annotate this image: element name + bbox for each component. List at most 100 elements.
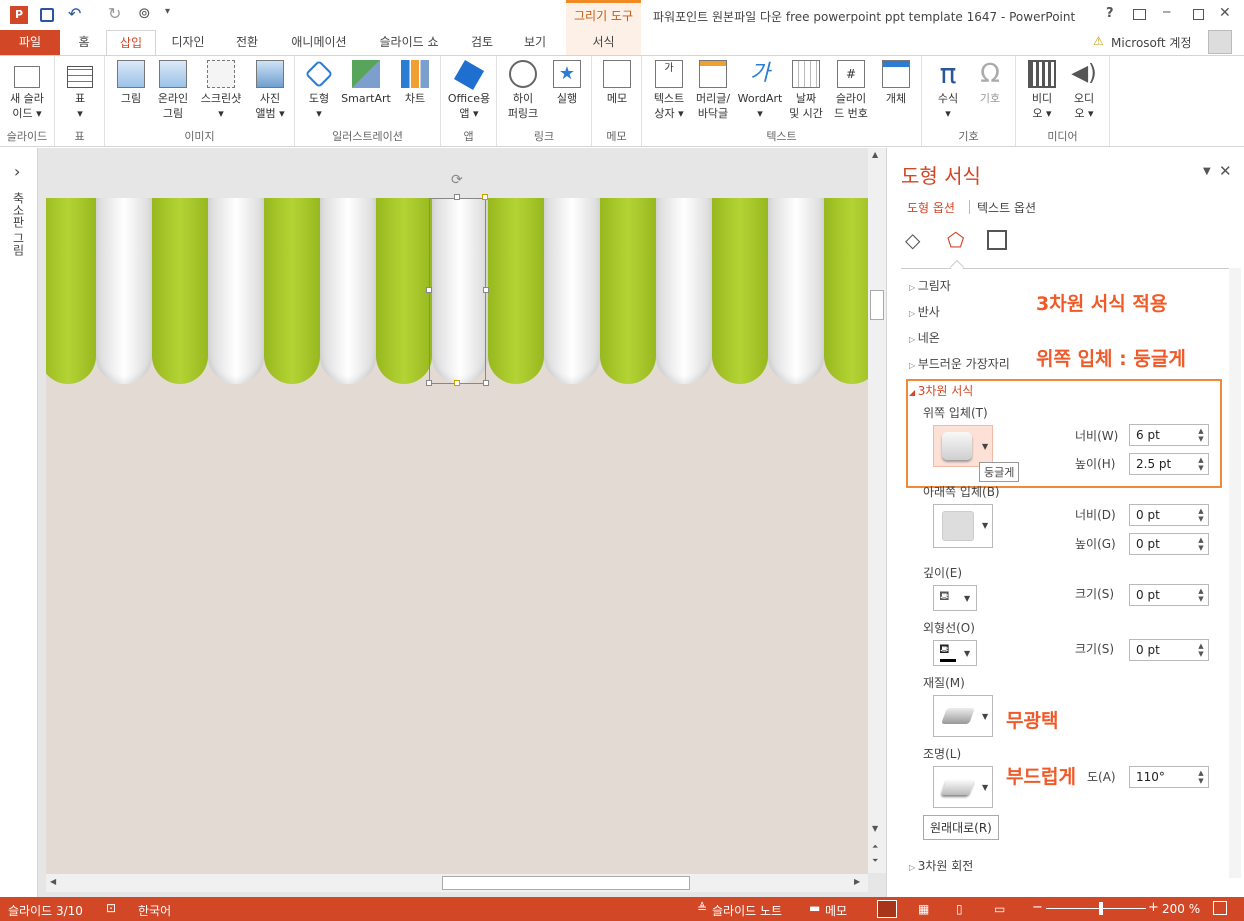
contour-color-dropdown[interactable]: ⛾ ▼ xyxy=(933,640,977,666)
video-button[interactable]: 비디 오 ▾ xyxy=(1022,60,1062,121)
section-glow[interactable]: ▷ 네온 xyxy=(909,329,940,346)
spinner-icon[interactable]: ▲ ▼ xyxy=(1196,427,1206,443)
header-footer-button[interactable]: 머리글/ 바닥글 xyxy=(692,60,734,121)
hyperlink-button[interactable]: 하이 퍼링크 xyxy=(503,60,543,121)
zoom-slider[interactable] xyxy=(1046,908,1146,909)
table-button[interactable]: 표 ▾ xyxy=(63,60,97,121)
comment-button[interactable]: 메모 xyxy=(596,60,638,106)
awning-stripe-green[interactable] xyxy=(712,198,768,384)
expand-thumbnails-icon[interactable]: › xyxy=(14,162,20,181)
contour-size-input[interactable]: 0 pt ▲ ▼ xyxy=(1129,639,1209,661)
section-shadow[interactable]: ▷ 그림자 xyxy=(909,277,951,294)
tab-insert[interactable]: 삽입 xyxy=(106,30,156,56)
reading-view-icon[interactable]: ▯ xyxy=(956,902,963,916)
help-icon[interactable]: ? xyxy=(1106,6,1114,21)
object-button[interactable]: 개체 xyxy=(876,60,916,106)
horizontal-scrollbar[interactable]: ◀ ▶ xyxy=(46,874,868,892)
save-icon[interactable] xyxy=(40,8,54,22)
awning-stripe-green[interactable] xyxy=(488,198,544,384)
minimize-icon[interactable]: ─ xyxy=(1163,5,1170,19)
awning-stripe-white[interactable] xyxy=(544,198,600,384)
slideshow-view-icon[interactable]: ▭ xyxy=(994,902,1005,916)
office-apps-button[interactable]: Office용 앱 ▾ xyxy=(443,59,495,121)
bottom-bevel-dropdown[interactable]: ▼ xyxy=(933,504,993,548)
scroll-down-icon[interactable]: ▼ xyxy=(872,824,878,833)
shapes-button[interactable]: 도형 ▾ xyxy=(301,59,337,121)
top-bevel-dropdown[interactable]: ▼ xyxy=(933,425,993,467)
spinner-icon[interactable]: ▲ ▼ xyxy=(1196,642,1206,658)
scroll-right-icon[interactable]: ▶ xyxy=(854,877,860,886)
resize-handle[interactable] xyxy=(426,287,432,293)
equation-button[interactable]: π 수식 ▾ xyxy=(928,60,968,121)
zoom-out-icon[interactable]: − xyxy=(1032,900,1043,915)
spinner-icon[interactable]: ▲ ▼ xyxy=(1196,536,1206,552)
spinner-icon[interactable]: ▲ ▼ xyxy=(1196,769,1206,785)
zoom-thumb[interactable] xyxy=(1099,902,1103,915)
depth-size-input[interactable]: 0 pt ▲ ▼ xyxy=(1129,584,1209,606)
awning-stripe-green[interactable] xyxy=(600,198,656,384)
section-soft-edges[interactable]: ▷ 부드러운 가장자리 xyxy=(909,355,1010,372)
comments-button[interactable]: 메모 xyxy=(825,902,847,919)
fit-slide-icon[interactable] xyxy=(1213,901,1227,915)
ribbon-display-icon[interactable] xyxy=(1133,9,1146,20)
next-slide-icon[interactable]: ⏷ xyxy=(872,856,878,866)
awning-stripe-white[interactable] xyxy=(768,198,824,384)
notes-button[interactable]: 슬라이드 노트 xyxy=(712,902,782,919)
qat-customize-icon[interactable]: ▾ xyxy=(165,6,170,17)
fill-line-icon[interactable]: ◇ xyxy=(905,228,920,252)
awning-stripe-green[interactable] xyxy=(152,198,208,384)
undo-icon[interactable]: ↶ xyxy=(68,4,81,23)
new-slide-button[interactable]: 새 슬라 이드 ▾ xyxy=(2,60,52,121)
tab-transitions[interactable]: 전환 xyxy=(222,30,272,55)
top-height-input[interactable]: 2.5 pt ▲ ▼ xyxy=(1129,453,1209,475)
tab-slideshow[interactable]: 슬라이드 쇼 xyxy=(366,30,452,55)
awning-stripe-white[interactable] xyxy=(320,198,376,384)
scroll-up-icon[interactable]: ▲ xyxy=(872,150,878,159)
online-picture-button[interactable]: 온라인 그림 xyxy=(153,60,193,121)
zoom-in-icon[interactable]: + xyxy=(1148,900,1159,915)
vertical-scrollbar[interactable]: ▲ ▼ ⏶ ⏷ xyxy=(868,148,886,873)
angle-input[interactable]: 110° ▲ ▼ xyxy=(1129,766,1209,788)
awning-stripe-green[interactable] xyxy=(46,198,96,384)
tab-file[interactable]: 파일 xyxy=(0,30,60,55)
resize-handle[interactable] xyxy=(454,194,460,200)
zoom-level[interactable]: 200 % xyxy=(1162,902,1200,916)
material-dropdown[interactable]: ▼ xyxy=(933,695,993,737)
spinner-icon[interactable]: ▲ ▼ xyxy=(1196,507,1206,523)
resize-handle[interactable] xyxy=(483,380,489,386)
resize-handle[interactable] xyxy=(482,194,488,200)
awning-stripe-green[interactable] xyxy=(264,198,320,384)
tab-view[interactable]: 보기 xyxy=(512,30,558,55)
top-width-input[interactable]: 6 pt ▲ ▼ xyxy=(1129,424,1209,446)
size-properties-icon[interactable] xyxy=(987,230,1007,250)
spellcheck-icon[interactable]: ⊡ xyxy=(106,901,116,915)
spinner-icon[interactable]: ▲ ▼ xyxy=(1196,456,1206,472)
tab-shape-options[interactable]: 도형 옵션 xyxy=(907,199,955,216)
scroll-thumb[interactable] xyxy=(442,876,690,890)
smartart-button[interactable]: SmartArt xyxy=(339,60,393,106)
action-button[interactable]: ★ 실행 xyxy=(547,60,587,106)
symbol-button[interactable]: Ω 기호 xyxy=(970,60,1010,106)
tab-animations[interactable]: 애니메이션 xyxy=(278,30,360,55)
tab-format[interactable]: 서식 xyxy=(566,30,641,55)
pane-scrollbar[interactable] xyxy=(1229,268,1241,878)
picture-button[interactable]: 그림 xyxy=(113,60,149,106)
chart-button[interactable]: 차트 xyxy=(395,60,435,106)
comments-icon[interactable]: ▬ xyxy=(809,901,820,915)
bottom-width-input[interactable]: 0 pt ▲ ▼ xyxy=(1129,504,1209,526)
sorter-view-icon[interactable]: ▦ xyxy=(918,902,929,916)
slide[interactable] xyxy=(46,198,868,874)
resize-handle[interactable] xyxy=(426,380,432,386)
normal-view-icon[interactable] xyxy=(877,900,897,918)
date-time-button[interactable]: 날짜 및 시간 xyxy=(786,60,826,121)
section-3d-format[interactable]: ◢ 3차원 서식 xyxy=(909,382,973,399)
notes-icon[interactable]: ≜ xyxy=(697,901,707,915)
awning-stripe-green[interactable] xyxy=(824,198,868,384)
resize-handle[interactable] xyxy=(483,287,489,293)
pane-menu-icon[interactable]: ▼ xyxy=(1203,166,1211,177)
depth-color-dropdown[interactable]: ⛾ ▼ xyxy=(933,585,977,611)
awning-stripe-white[interactable] xyxy=(208,198,264,384)
tab-review[interactable]: 검토 xyxy=(460,30,504,55)
thumbnail-strip[interactable]: › 축소판 그림 xyxy=(0,148,38,897)
resize-handle[interactable] xyxy=(454,380,460,386)
